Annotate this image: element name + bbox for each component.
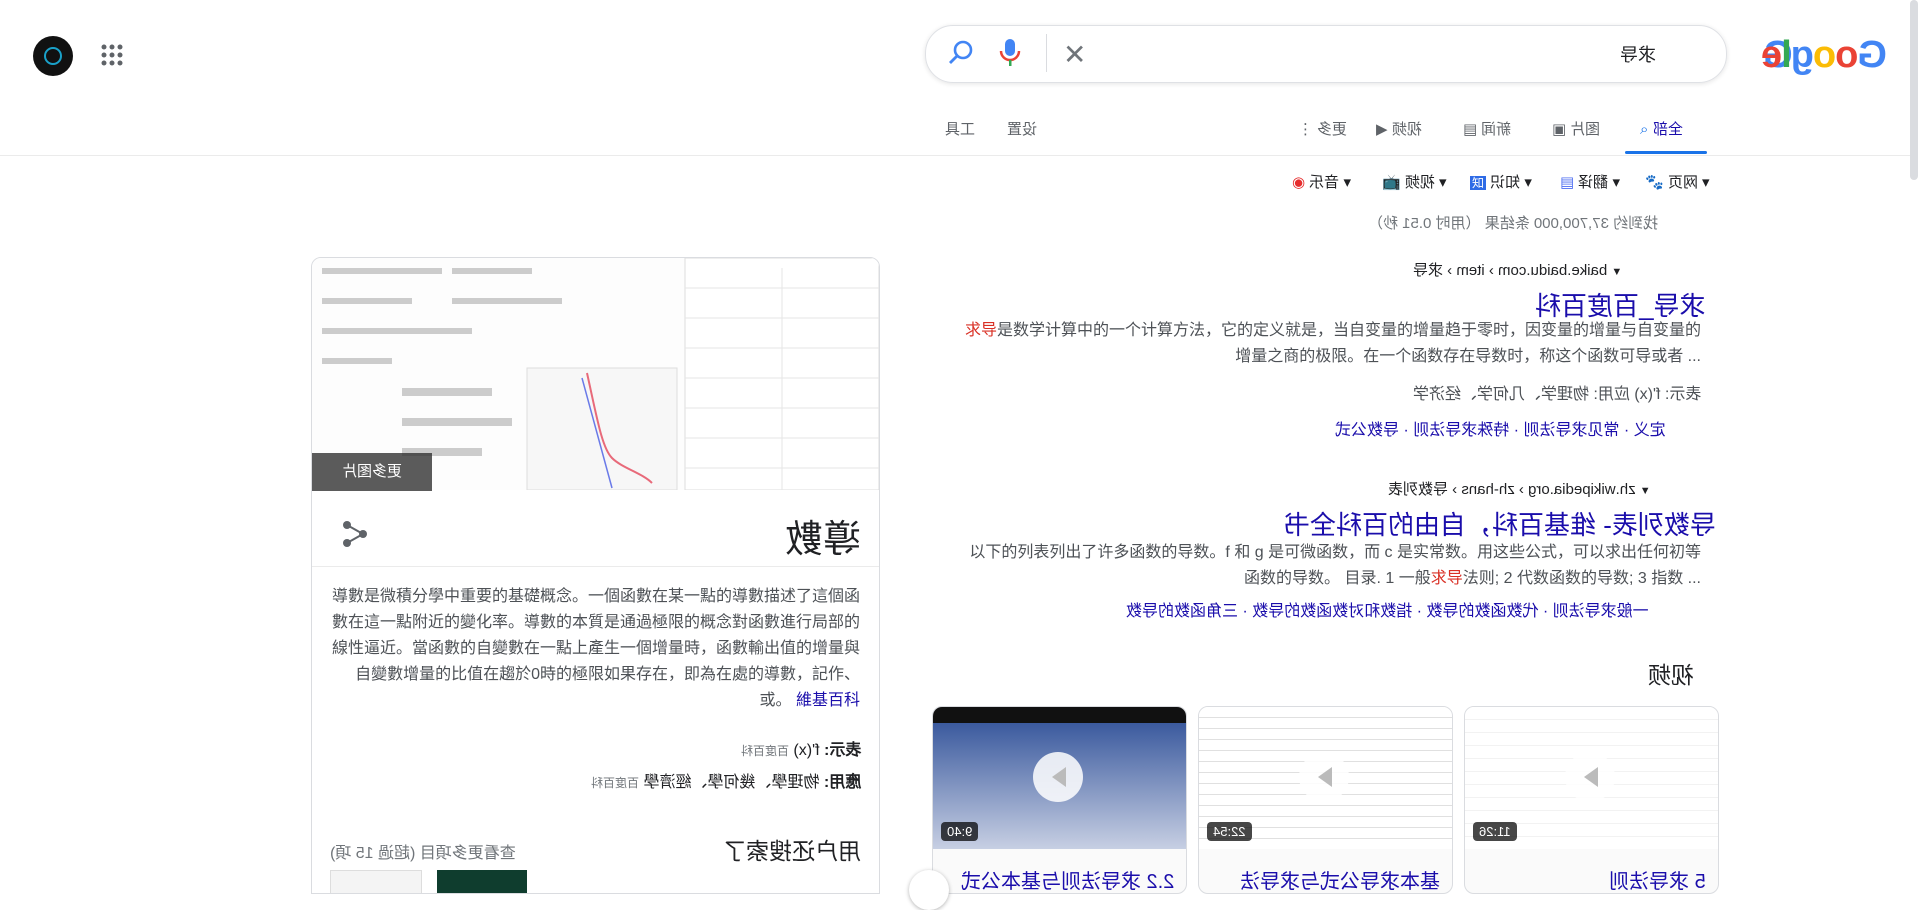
search-icon: ⌕ bbox=[1640, 121, 1649, 138]
people-also-search-heading: 用户还搜索了 bbox=[723, 838, 861, 864]
music-icon: ◉ bbox=[1292, 174, 1306, 191]
result-snippet: 以下的列表列出了许多函数的导数。f 和 g 是可微函数，而 c 是实常数。用这些… bbox=[969, 544, 1701, 587]
more-vert-icon: ⋮ bbox=[1298, 121, 1313, 138]
related-thumbnail[interactable] bbox=[437, 870, 527, 893]
video-thumbnail[interactable]: 11:26 bbox=[1465, 707, 1718, 849]
result-stats: 找到约 37,700,000 条结果 （用时 0.51 秒） bbox=[1368, 215, 1659, 232]
tab-videos[interactable]: ▶ 视频 bbox=[1376, 118, 1422, 139]
carousel-prev-button[interactable] bbox=[909, 870, 949, 910]
video-card[interactable]: 22:54 基本求导公式与求导法 bbox=[1198, 706, 1453, 894]
result-title[interactable]: 导数列表- 维基百科，自由的百科全书 bbox=[1284, 505, 1716, 542]
fact-applications: 應用: 物理學、幾何學、經濟學 百度百科 bbox=[590, 774, 861, 791]
tv-icon: 📺 bbox=[1382, 174, 1401, 191]
search-icon[interactable] bbox=[948, 40, 974, 71]
apps-grid-icon[interactable] bbox=[101, 44, 123, 71]
microphone-icon[interactable] bbox=[999, 38, 1021, 73]
video-thumbnail[interactable]: 22:54 bbox=[1199, 707, 1452, 849]
chevron-down-icon[interactable]: ▼ bbox=[1640, 485, 1651, 497]
tab-settings[interactable]: 设置 bbox=[1007, 118, 1037, 139]
video-title[interactable]: 基本求导公式与求导法 bbox=[1199, 865, 1452, 893]
panel-title: 導數 bbox=[784, 519, 861, 561]
video-duration: 11:26 bbox=[1473, 822, 1517, 841]
paw-icon: 🐾 bbox=[1645, 174, 1664, 191]
play-icon[interactable] bbox=[1033, 752, 1083, 802]
panel-description: 導數是微積分學中重要的基礎概念。一個函數在某一點的導數描述了這個函數在這一點附近… bbox=[331, 588, 860, 709]
result-facts: 表示: f'(x) 应用: 物理学、几何学、经济学 bbox=[1412, 386, 1701, 403]
video-card[interactable]: 11:26 5 求导法则 bbox=[1464, 706, 1719, 894]
search-input[interactable]: 求导 bbox=[1620, 41, 1656, 67]
related-thumbnail[interactable] bbox=[330, 870, 422, 893]
avatar[interactable] bbox=[33, 36, 73, 76]
video-duration: 22:54 bbox=[1207, 822, 1252, 841]
active-tab-indicator bbox=[1625, 151, 1707, 154]
filter-video[interactable]: 📺 视频 ▾ bbox=[1382, 171, 1447, 192]
filter-knowledge[interactable]: 知 知识 ▾ bbox=[1470, 171, 1532, 192]
video-title[interactable]: 2.2 求导法则与基本公式 bbox=[933, 865, 1186, 893]
scrollbar[interactable] bbox=[1910, 0, 1918, 180]
share-icon[interactable] bbox=[342, 520, 368, 553]
google-logo-text: Google bbox=[1762, 34, 1887, 76]
tab-tools[interactable]: 工具 bbox=[945, 118, 975, 139]
chevron-down-icon[interactable]: ▼ bbox=[1611, 266, 1622, 278]
fact-notation: 表示: f'(x) 百度百科 bbox=[740, 742, 861, 759]
knowledge-panel: 更多图片 導數 導數是微積分學中重要的基礎概念。一個函數在某一點的導數描述了這個… bbox=[311, 257, 880, 894]
video-title[interactable]: 5 求导法则 bbox=[1465, 865, 1718, 893]
result-cite[interactable]: zh.wikipedia.org › zh-hans › 导数列表 ▼ bbox=[1388, 478, 1651, 499]
video-duration: 9:40 bbox=[941, 822, 979, 841]
divider bbox=[312, 566, 879, 567]
clear-icon[interactable]: ✕ bbox=[1063, 38, 1086, 71]
source-link[interactable]: 維基百科 bbox=[796, 692, 860, 709]
play-icon[interactable] bbox=[1565, 752, 1615, 802]
image-icon: ▣ bbox=[1552, 121, 1567, 138]
tab-images[interactable]: ▣ 图片 bbox=[1552, 118, 1600, 139]
filter-web[interactable]: 🐾 网页 ▾ bbox=[1645, 171, 1710, 192]
top-header: G Google 求导 ✕ ⌕ 全部 ▣ 图片 ▤ 新闻 ▶ 视频 ⋮ 更多 设… bbox=[0, 0, 1918, 156]
result-snippet: 求导是数学计算中的一个计算方法，它的定义就是，当自变量的增量趋于零时，因变量的增… bbox=[964, 322, 1701, 365]
result-cite[interactable]: baike.baidu.com › item › 求导 ▼ bbox=[1413, 259, 1622, 280]
play-icon[interactable] bbox=[1299, 752, 1349, 802]
translate-icon: ▤ bbox=[1560, 174, 1575, 191]
tab-all[interactable]: ⌕ 全部 bbox=[1640, 118, 1683, 139]
video-thumbnail[interactable]: 9:40 bbox=[933, 707, 1186, 849]
see-more-link[interactable]: 查看更多項目 (超過 15 項) bbox=[330, 839, 516, 863]
more-images-button[interactable]: 更多图片 bbox=[312, 453, 432, 491]
tab-more[interactable]: ⋮ 更多 bbox=[1298, 118, 1347, 139]
filter-music[interactable]: ◉ 音乐 ▾ bbox=[1292, 171, 1351, 192]
search-divider bbox=[1046, 34, 1047, 72]
result-sitelinks[interactable]: 定义 · 常见求导法则 · 特殊求导法则 · 导数公式 bbox=[1335, 416, 1666, 440]
news-icon: ▤ bbox=[1463, 121, 1478, 138]
zhi-icon: 知 bbox=[1470, 176, 1487, 190]
video-icon: ▶ bbox=[1376, 121, 1388, 138]
tab-news[interactable]: ▤ 新闻 bbox=[1463, 118, 1511, 139]
video-card[interactable]: 9:40 2.2 求导法则与基本公式 bbox=[932, 706, 1187, 894]
filter-translate[interactable]: ▤ 翻译 ▾ bbox=[1560, 171, 1620, 192]
videos-heading: 视频 bbox=[1648, 662, 1694, 688]
result-sitelinks[interactable]: 一般求导法则 · 代数函数的导数 · 指数和对数函数的导数 · 三角函数的导数 bbox=[1126, 597, 1649, 621]
